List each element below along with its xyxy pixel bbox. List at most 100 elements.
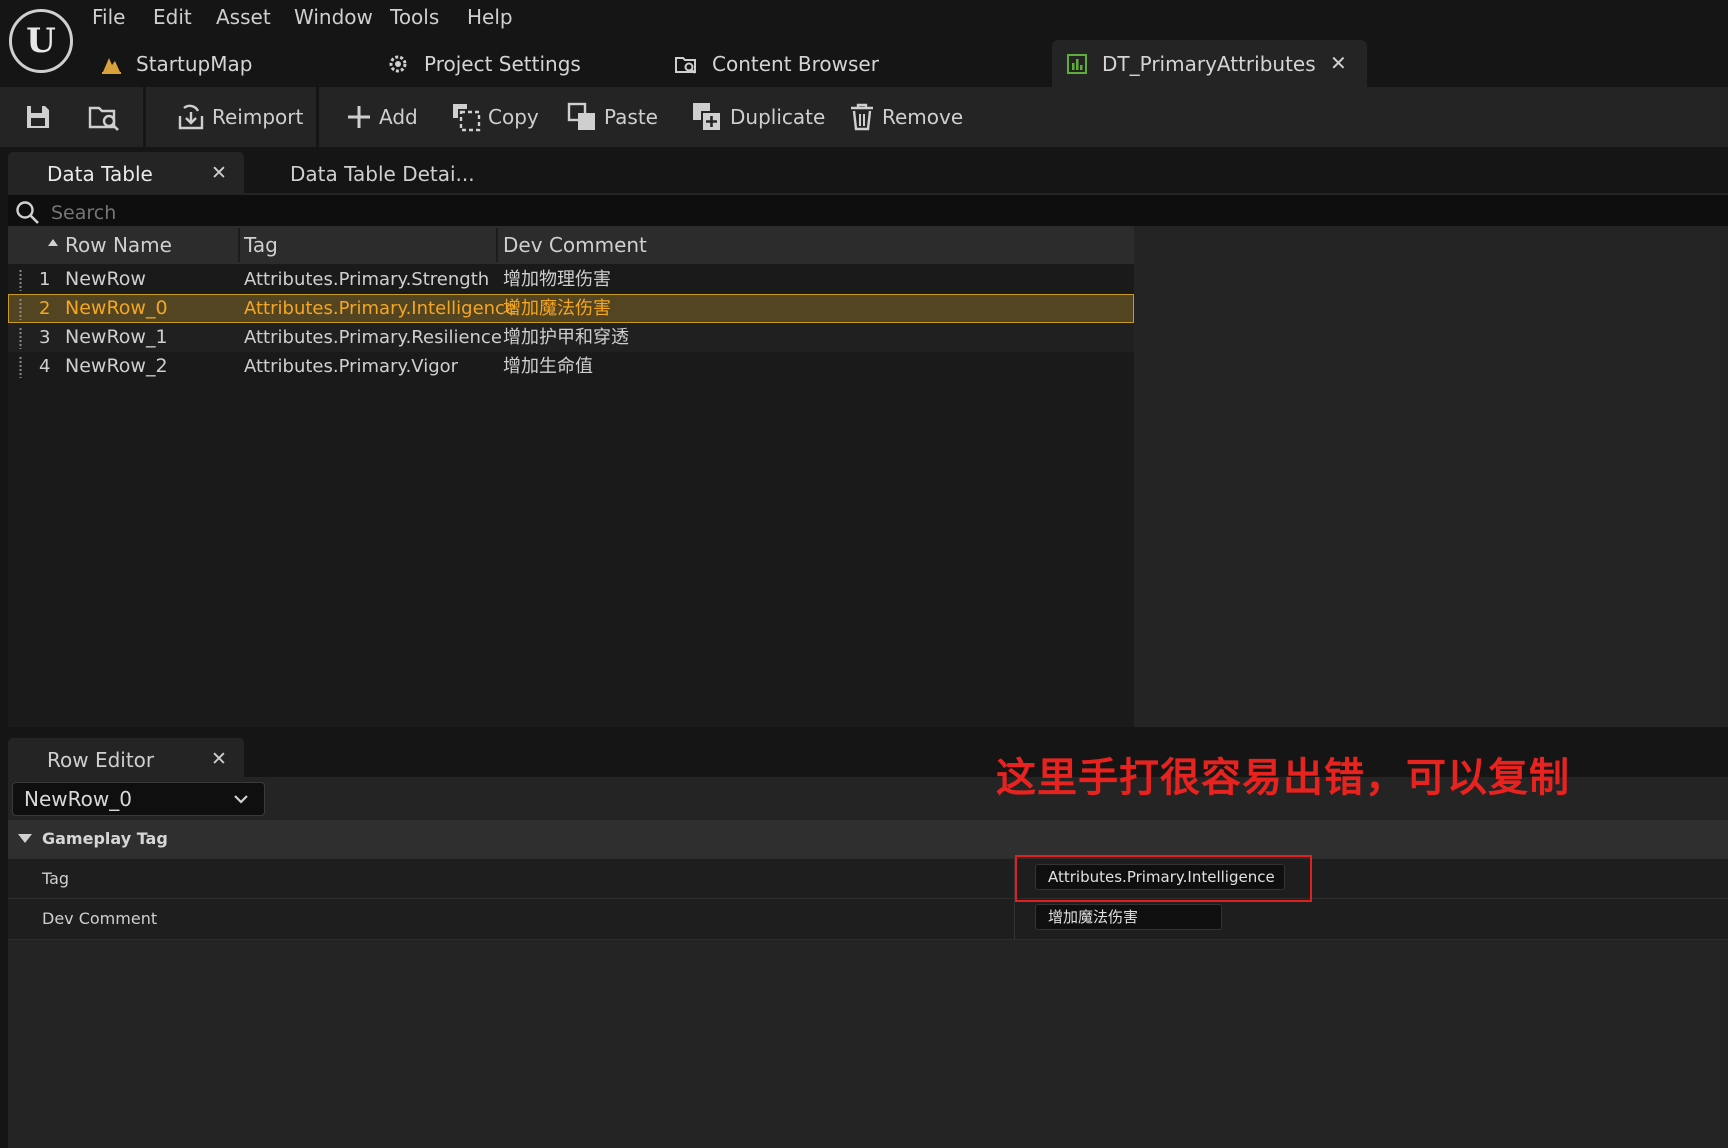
column-divider[interactable] xyxy=(496,228,498,262)
category-header[interactable]: Gameplay Tag xyxy=(8,820,1728,858)
tab-label: Project Settings xyxy=(424,51,581,76)
save-icon xyxy=(27,106,49,128)
column-header-row-name[interactable]: Row Name xyxy=(65,226,172,264)
duplicate-label: Duplicate xyxy=(730,105,826,129)
copy-icon xyxy=(453,104,481,132)
sort-ascending-icon[interactable] xyxy=(48,239,58,246)
drag-handle-icon[interactable] xyxy=(19,327,22,349)
remove-icon xyxy=(851,103,873,131)
search-input[interactable] xyxy=(49,199,653,227)
column-header-tag[interactable]: Tag xyxy=(244,226,278,264)
row-select-dropdown[interactable]: NewRow_0 xyxy=(12,782,265,816)
menu-tools[interactable]: Tools xyxy=(390,4,439,30)
category-label: Gameplay Tag xyxy=(42,829,168,848)
settings-icon xyxy=(389,55,407,72)
column-header-dev-comment[interactable]: Dev Comment xyxy=(503,226,647,264)
row-index: 3 xyxy=(39,327,51,348)
property-row-tag: Tag xyxy=(8,858,1728,899)
close-icon[interactable]: ✕ xyxy=(1330,51,1347,75)
add-button[interactable]: Add xyxy=(345,87,418,147)
menu-asset[interactable]: Asset xyxy=(216,4,271,30)
toolbar-separator xyxy=(316,87,319,147)
paste-label: Paste xyxy=(604,105,658,129)
tab-data-table[interactable]: Data Table ✕ xyxy=(8,152,244,196)
row-comment: 增加生命值 xyxy=(503,356,593,377)
collapse-arrow-icon[interactable] xyxy=(18,834,32,843)
remove-button[interactable]: Remove xyxy=(848,87,963,147)
table-row[interactable]: 3 NewRow_1 Attributes.Primary.Resilience… xyxy=(8,323,1134,352)
drag-handle-icon[interactable] xyxy=(19,269,22,291)
save-button[interactable] xyxy=(24,87,58,147)
table-empty-area xyxy=(1134,226,1728,728)
row-tag: Attributes.Primary.Resilience xyxy=(244,327,502,348)
chevron-down-icon xyxy=(234,795,248,804)
browse-icon xyxy=(88,106,119,131)
add-icon xyxy=(348,106,370,128)
tab-content-browser[interactable]: Content Browser xyxy=(674,40,879,87)
row-name: NewRow_1 xyxy=(65,326,168,348)
reimport-icon xyxy=(178,104,204,130)
annotation-text: 这里手打很容易出错，可以复制 xyxy=(996,755,1570,801)
highlight-box xyxy=(1015,855,1312,902)
paste-button[interactable]: Paste xyxy=(566,87,658,147)
tab-label: Content Browser xyxy=(712,51,879,76)
divider xyxy=(8,939,1728,940)
menu-edit[interactable]: Edit xyxy=(153,4,192,30)
reimport-label: Reimport xyxy=(212,105,304,129)
reimport-button[interactable]: Reimport xyxy=(176,87,303,147)
map-icon xyxy=(102,57,121,74)
row-index: 2 xyxy=(39,298,51,319)
duplicate-button[interactable]: Duplicate xyxy=(690,87,825,147)
remove-label: Remove xyxy=(882,105,964,129)
add-label: Add xyxy=(379,105,418,129)
browse-button[interactable] xyxy=(88,87,128,147)
row-index: 4 xyxy=(39,356,51,377)
tab-label: DT_PrimaryAttributes xyxy=(1102,51,1316,76)
close-icon[interactable]: ✕ xyxy=(211,748,227,770)
tab-startup-map[interactable]: StartupMap xyxy=(100,40,252,87)
drag-handle-icon[interactable] xyxy=(19,298,22,320)
tab-data-table-details[interactable]: Data Table Detai... xyxy=(290,152,475,196)
dev-comment-value-field[interactable]: 增加魔法伤害 xyxy=(1035,904,1222,930)
tab-label: Row Editor xyxy=(47,748,155,772)
table-row[interactable]: 4 NewRow_2 Attributes.Primary.Vigor 增加生命… xyxy=(8,352,1134,381)
data-table-icon xyxy=(1067,53,1087,74)
table-row[interactable]: 2 NewRow_0 Attributes.Primary.Intelligen… xyxy=(8,294,1134,323)
row-comment: 增加物理伤害 xyxy=(503,269,611,290)
row-tag: Attributes.Primary.Strength xyxy=(244,269,490,290)
property-label: Tag xyxy=(42,869,70,888)
search-icon xyxy=(16,201,39,224)
close-icon[interactable]: ✕ xyxy=(211,162,227,184)
property-label: Dev Comment xyxy=(42,909,158,928)
column-divider[interactable] xyxy=(238,228,240,262)
row-index: 1 xyxy=(39,269,51,290)
row-tag: Attributes.Primary.Intelligence xyxy=(244,298,517,319)
menu-window[interactable]: Window xyxy=(294,4,373,30)
toolbar-separator xyxy=(143,87,146,147)
copy-label: Copy xyxy=(488,105,539,129)
tab-label: StartupMap xyxy=(136,51,253,76)
row-select-value: NewRow_0 xyxy=(24,787,132,811)
row-comment: 增加魔法伤害 xyxy=(503,298,611,319)
duplicate-icon xyxy=(693,103,722,132)
menu-file[interactable]: File xyxy=(92,4,125,30)
menu-help[interactable]: Help xyxy=(467,4,513,30)
tab-label: Data Table Detai... xyxy=(290,162,475,186)
table-row[interactable]: 1 NewRow Attributes.Primary.Strength 增加物… xyxy=(8,265,1134,294)
content-browser-icon xyxy=(675,56,696,74)
row-tag: Attributes.Primary.Vigor xyxy=(244,356,459,377)
property-row-dev-comment: Dev Comment xyxy=(8,898,1728,939)
copy-button[interactable]: Copy xyxy=(450,87,539,147)
tab-dt-primary-attributes[interactable]: DT_PrimaryAttributes ✕ xyxy=(1052,40,1367,87)
paste-icon xyxy=(567,102,595,130)
tab-project-settings[interactable]: Project Settings xyxy=(386,40,581,87)
row-name: NewRow xyxy=(65,268,146,290)
property-divider[interactable] xyxy=(1014,899,1015,939)
row-name: NewRow_0 xyxy=(65,297,168,319)
unreal-logo-icon[interactable]: U xyxy=(9,9,73,73)
drag-handle-icon[interactable] xyxy=(19,356,22,378)
row-name: NewRow_2 xyxy=(65,355,168,377)
tab-label: Data Table xyxy=(47,162,153,186)
row-comment: 增加护甲和穿透 xyxy=(503,327,629,348)
tab-row-editor[interactable]: Row Editor ✕ xyxy=(8,738,244,782)
